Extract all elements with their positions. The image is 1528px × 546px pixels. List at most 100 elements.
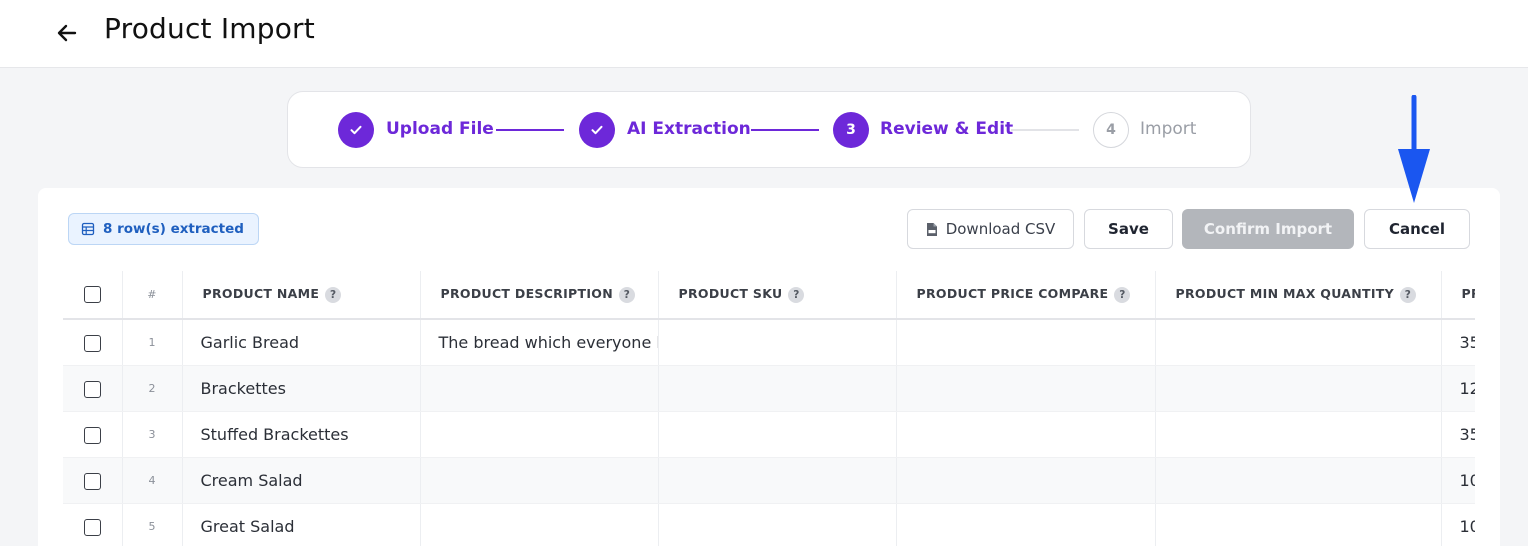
help-icon[interactable]: ? [788,286,805,303]
row-checkbox[interactable] [83,472,101,490]
cell-product-price-compare[interactable] [896,365,1156,412]
step-4-number: 4 [1093,112,1129,148]
column-header-label: PRODUCT MIN MAX QUANTITY [1175,286,1394,302]
cell-product-price[interactable]: 10 [1441,503,1475,546]
cell-product-name[interactable]: Stuffed Brackettes [182,411,421,458]
row-checkbox[interactable] [83,334,101,352]
cell-product-sku[interactable] [658,411,897,458]
column-header-label: PRODUCT PRICE [1461,286,1476,302]
column-header-product-min-max-quantity[interactable]: PRODUCT MIN MAX QUANTITY? [1155,271,1442,320]
cell-product-name[interactable]: Brackettes [182,365,421,412]
step-2-label: AI Extraction [627,119,751,139]
cell-product-description[interactable] [420,411,659,458]
review-card: 8 row(s) extracted Download CSV Save Con… [38,188,1500,546]
cell-product-price-compare[interactable] [896,319,1156,366]
column-header-number: # [122,271,183,320]
column-header-product-price-compare[interactable]: PRODUCT PRICE COMPARE? [896,271,1156,320]
column-header-product-sku[interactable]: PRODUCT SKU? [658,271,897,320]
table-row[interactable]: 3 Stuffed Brackettes 35 [63,411,1475,458]
help-icon[interactable]: ? [1399,286,1416,303]
column-header-product-description[interactable]: PRODUCT DESCRIPTION? [420,271,659,320]
row-select-cell [63,319,123,366]
column-header-label: PRODUCT SKU [678,286,783,302]
csv-file-icon [926,222,937,236]
cell-product-price-compare[interactable] [896,503,1156,546]
check-icon [591,125,603,135]
products-table-container[interactable]: # PRODUCT NAME? PRODUCT DESCRIPTION? PRO… [63,271,1475,546]
top-bar: Product Import [0,0,1528,68]
confirm-import-button[interactable]: Confirm Import [1182,209,1354,249]
download-csv-label: Download CSV [945,220,1056,238]
table-header-row: # PRODUCT NAME? PRODUCT DESCRIPTION? PRO… [63,271,1476,320]
cell-product-description[interactable] [420,365,659,412]
cell-product-min-max-quantity[interactable] [1155,457,1442,504]
step-3-label: Review & Edit [880,119,1014,139]
cell-product-name[interactable]: Garlic Bread [182,319,421,366]
help-icon[interactable]: ? [325,286,342,303]
row-select-cell [63,503,123,546]
save-button[interactable]: Save [1084,209,1173,249]
cell-product-min-max-quantity[interactable] [1155,319,1442,366]
cell-product-price[interactable]: 12 [1441,365,1475,412]
back-button[interactable] [52,18,82,48]
step-connector-3 [1011,129,1079,131]
products-table: # PRODUCT NAME? PRODUCT DESCRIPTION? PRO… [63,271,1475,546]
table-row[interactable]: 4 Cream Salad 10 [63,457,1475,504]
table-row[interactable]: 1 Garlic Bread The bread which everyone … [63,319,1475,366]
step-connector-2 [751,129,819,131]
rows-extracted-badge: 8 row(s) extracted [68,213,259,245]
cell-product-price-compare[interactable] [896,457,1156,504]
column-header-product-price[interactable]: PRODUCT PRICE? [1441,271,1476,320]
cancel-button[interactable]: Cancel [1364,209,1470,249]
select-all-checkbox[interactable] [83,286,101,303]
cell-product-sku[interactable] [658,457,897,504]
cell-product-min-max-quantity[interactable] [1155,365,1442,412]
help-icon[interactable]: ? [1114,286,1131,303]
download-csv-button[interactable]: Download CSV [907,209,1074,249]
import-stepper: Upload File AI Extraction 3 Review & Edi… [287,91,1251,168]
table-row[interactable]: 2 Brackettes 12 [63,365,1475,412]
step-connector-1 [496,129,564,131]
help-icon[interactable]: ? [619,286,635,303]
row-number: 4 [122,457,183,504]
row-select-cell [63,411,123,458]
cell-product-name[interactable]: Cream Salad [182,457,421,504]
page-title: Product Import [104,12,315,45]
step-4-label: Import [1140,119,1197,139]
cell-product-price[interactable]: 10 [1441,457,1475,504]
step-1-done-indicator [338,112,374,148]
step-3-number: 3 [833,112,869,148]
column-header-label: PRODUCT DESCRIPTION [440,286,613,302]
table-row[interactable]: 5 Great Salad 10 [63,503,1475,546]
cell-product-sku[interactable] [658,503,897,546]
cell-product-description[interactable] [420,503,659,546]
cell-product-sku[interactable] [658,319,897,366]
cell-product-price[interactable]: 35 [1441,411,1475,458]
annotation-arrow-down-icon [1398,95,1430,203]
row-number: 1 [122,319,183,366]
arrow-left-icon [57,24,77,42]
cell-product-description[interactable] [420,457,659,504]
row-select-cell [63,457,123,504]
row-select-cell [63,365,123,412]
column-header-label: PRODUCT NAME [202,286,320,302]
row-number: 3 [122,411,183,458]
step-1-label: Upload File [386,119,494,139]
cell-product-sku[interactable] [658,365,897,412]
row-checkbox[interactable] [83,380,101,398]
step-2-done-indicator [579,112,615,148]
cell-product-price[interactable]: 35 [1441,319,1475,366]
row-checkbox[interactable] [83,518,101,536]
column-header-product-name[interactable]: PRODUCT NAME? [182,271,421,320]
column-header-label: PRODUCT PRICE COMPARE [916,286,1109,302]
cell-product-name[interactable]: Great Salad [182,503,421,546]
row-number: 2 [122,365,183,412]
cell-product-description[interactable]: The bread which everyone loves [420,319,659,366]
table-icon [81,222,95,236]
row-checkbox[interactable] [83,426,101,444]
cell-product-min-max-quantity[interactable] [1155,503,1442,546]
cell-product-min-max-quantity[interactable] [1155,411,1442,458]
rows-extracted-text: 8 row(s) extracted [103,221,244,237]
check-icon [350,125,362,135]
cell-product-price-compare[interactable] [896,411,1156,458]
